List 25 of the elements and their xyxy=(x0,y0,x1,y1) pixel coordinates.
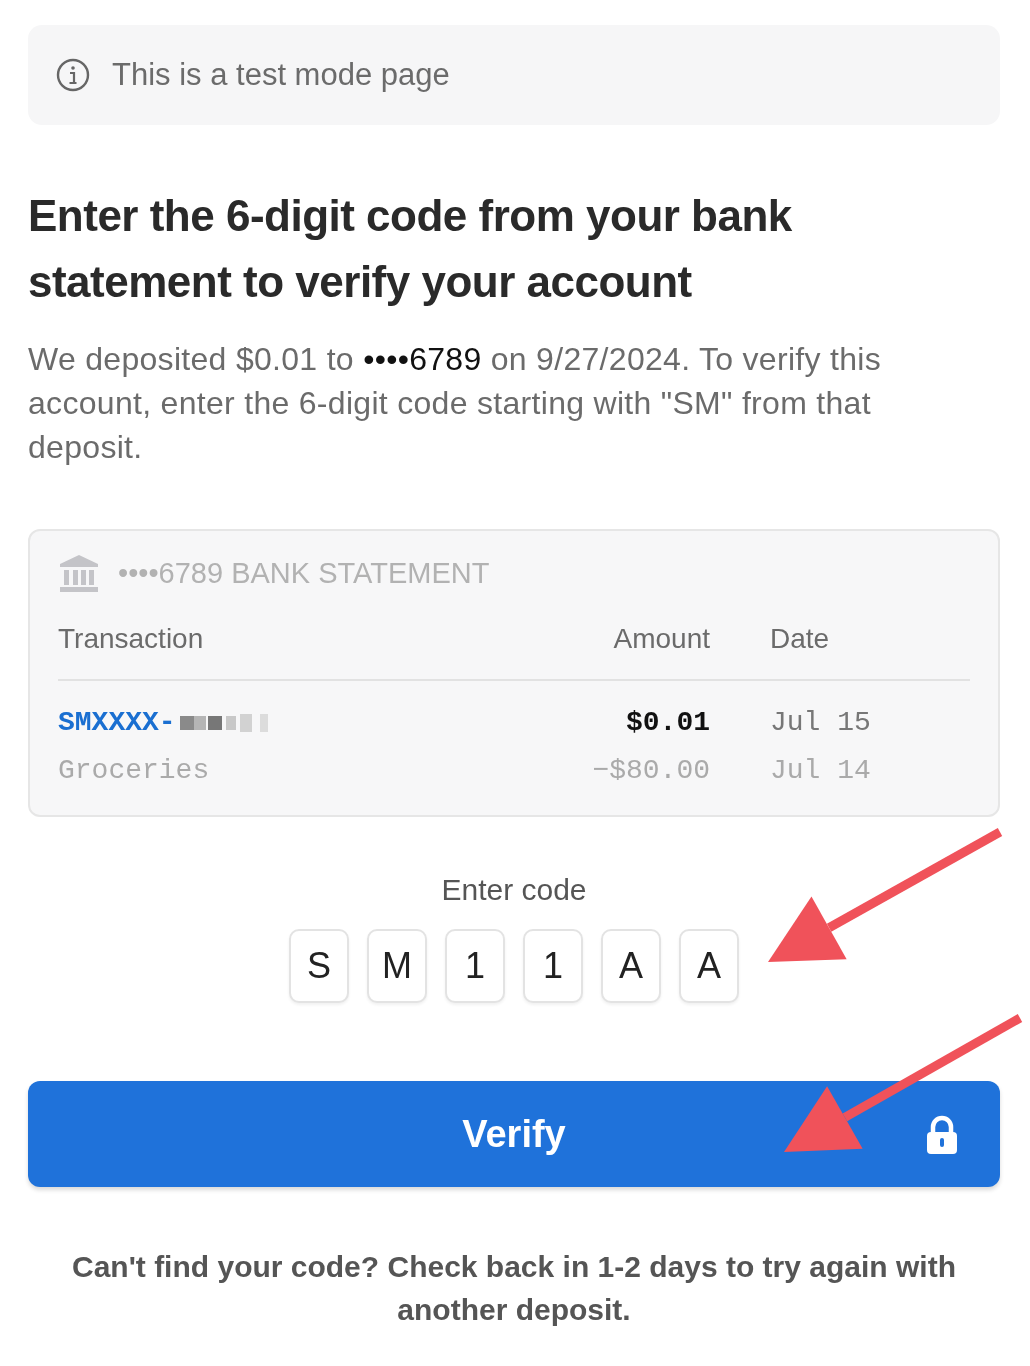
code-label: Enter code xyxy=(440,873,588,907)
code-digit-field[interactable]: S xyxy=(289,929,349,1003)
date-cell: Jul 14 xyxy=(770,755,871,786)
transaction-name: SMXXXX- xyxy=(58,706,176,740)
transaction-name: Groceries xyxy=(58,754,210,788)
code-digit-field[interactable]: A xyxy=(679,929,739,1003)
code-digit-field[interactable]: 1 xyxy=(523,929,583,1003)
info-icon xyxy=(56,58,90,92)
column-header: Transaction xyxy=(58,623,205,656)
banner-text: This is a test mode page xyxy=(112,57,450,93)
code-digit-field[interactable]: M xyxy=(367,929,427,1003)
bank-icon xyxy=(58,553,100,593)
column-header: Date xyxy=(770,623,831,656)
description-text: We deposited $0.01 to ••••6789 on 9/27/2024. To verify this account, enter the 6-digit code starting with "SM" from that deposit. xyxy=(28,340,882,467)
amount-cell: −$80.00 xyxy=(592,755,710,786)
code-digit-field[interactable]: A xyxy=(601,929,661,1003)
date-cell: Jul 15 xyxy=(770,707,871,738)
footer-text: Can't find your code? Check back in 1-2 days to try again with another deposit. xyxy=(71,1249,957,1328)
amount-cell: $0.01 xyxy=(626,707,710,738)
lock-icon xyxy=(924,1115,960,1155)
code-digit-field[interactable]: 1 xyxy=(445,929,505,1003)
page-heading: Enter the 6-digit code from your bank statement to verify your account xyxy=(28,190,793,308)
column-header: Amount xyxy=(612,623,710,656)
statement-title: ••••6789 BANK STATEMENT xyxy=(118,556,490,590)
verify-button[interactable]: Verify xyxy=(28,1081,1000,1187)
